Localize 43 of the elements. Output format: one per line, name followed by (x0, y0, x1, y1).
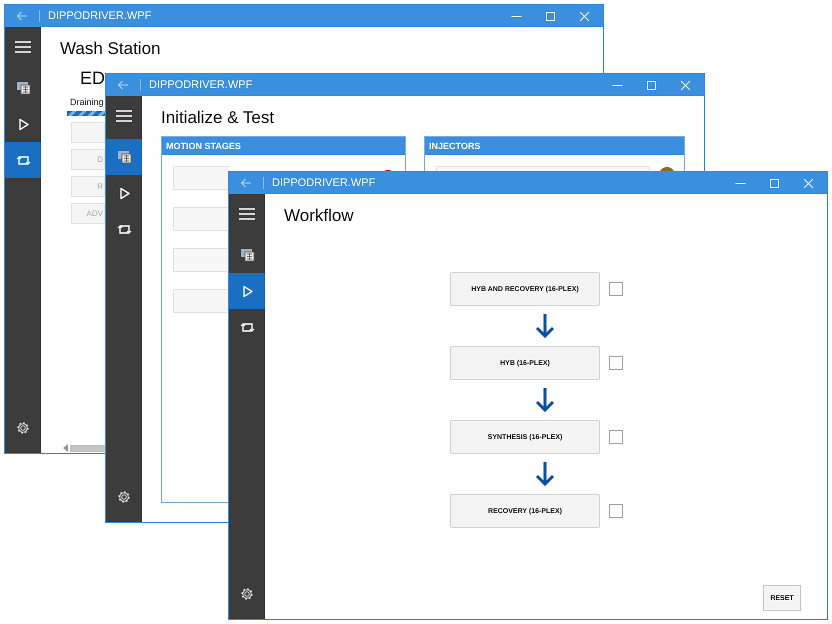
close-icon (802, 178, 814, 188)
down-arrow-icon (535, 461, 555, 487)
panel-header: MOTION STAGES (162, 137, 405, 155)
menu-icon (116, 110, 132, 122)
back-icon (117, 80, 129, 90)
panel-header: INJECTORS (425, 137, 684, 155)
settings-icon (16, 421, 30, 435)
window-title: DIPPODRIVER.WPF (48, 10, 152, 22)
maximize-icon (544, 10, 556, 22)
instrument-icon (116, 150, 132, 164)
status-label: Draining (70, 97, 104, 107)
checkbox[interactable] (609, 504, 623, 518)
stage-field[interactable] (173, 289, 229, 313)
checkbox[interactable] (609, 356, 623, 370)
scrollbar[interactable] (63, 444, 106, 452)
instrument-icon (16, 81, 30, 95)
menu-icon (15, 41, 31, 53)
down-arrow-icon (535, 387, 555, 413)
window-title: DIPPODRIVER.WPF (272, 177, 376, 189)
nav-item[interactable] (5, 142, 41, 178)
menu-icon (239, 208, 255, 220)
back-icon (16, 11, 28, 21)
stage-field[interactable] (173, 207, 229, 231)
page-title: Workflow (284, 205, 355, 227)
page-title: Wash Station (60, 38, 162, 60)
settings-icon (117, 490, 131, 504)
page-title: Initialize & Test (161, 107, 276, 129)
heading: ED (80, 67, 105, 89)
instrument-icon (240, 248, 254, 262)
down-arrow-icon (535, 313, 555, 339)
maximize-icon (768, 178, 780, 188)
settings-icon (240, 587, 254, 601)
window-title: DIPPODRIVER.WPF (149, 79, 252, 91)
nav-item[interactable] (229, 273, 265, 309)
stage-field[interactable] (173, 248, 229, 272)
scroll-left-icon (63, 444, 68, 452)
close-icon (578, 10, 590, 22)
checkbox[interactable] (609, 430, 623, 444)
close-icon (680, 80, 690, 90)
checkbox[interactable] (609, 282, 623, 296)
back-icon (240, 178, 252, 188)
stage-field[interactable] (173, 166, 229, 190)
maximize-icon (646, 80, 656, 90)
